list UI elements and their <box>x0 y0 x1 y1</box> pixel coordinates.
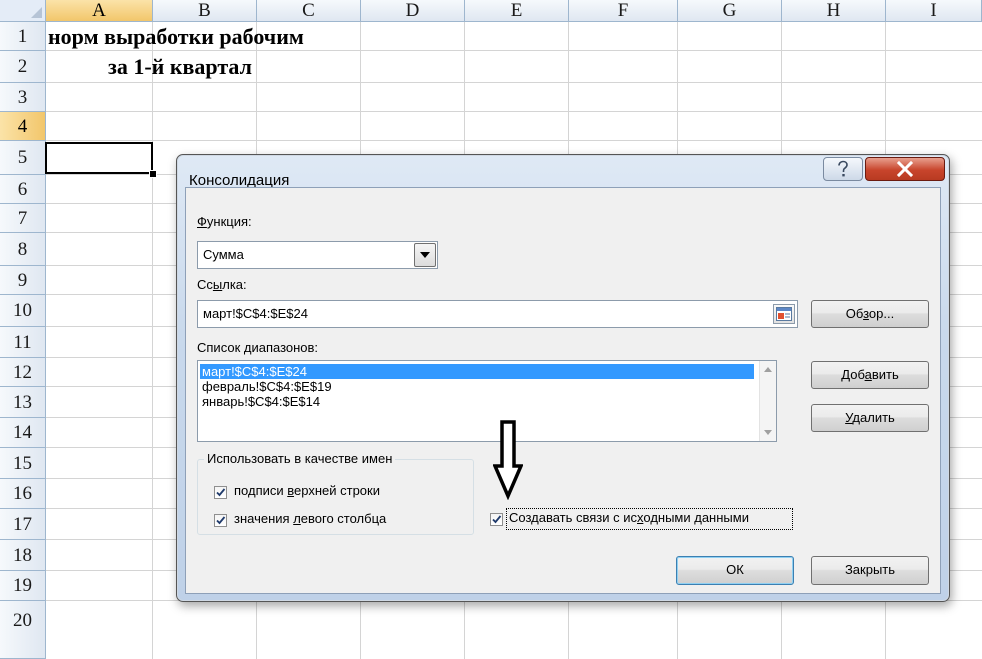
range-item-3[interactable]: январь!$C$4:$E$14 <box>200 394 320 409</box>
column-header-h[interactable]: H <box>782 0 886 22</box>
column-header-e[interactable]: E <box>465 0 569 22</box>
row-header-9[interactable]: 9 <box>0 266 46 295</box>
question-mark-icon <box>838 160 848 177</box>
ok-button[interactable]: ОК <box>676 556 794 585</box>
dialog-client-area: Функция: Сумма Ссылка: март!$C$4:$E$24 О… <box>185 187 941 594</box>
fill-handle[interactable] <box>149 170 157 178</box>
create-links-checkbox[interactable] <box>490 513 503 526</box>
row-header-3[interactable]: 3 <box>0 83 46 112</box>
function-combobox[interactable]: Сумма <box>197 241 438 269</box>
row-header-12[interactable]: 12 <box>0 358 46 387</box>
row-header-2[interactable]: 2 <box>0 51 46 83</box>
left-column-checkbox[interactable] <box>214 514 227 527</box>
checkmark-icon <box>216 516 226 525</box>
row-header-4[interactable]: 4 <box>0 112 46 141</box>
scroll-up-icon[interactable] <box>764 367 772 372</box>
column-header-d[interactable]: D <box>361 0 465 22</box>
consolidate-dialog: Консолидация Функция: Сумма Ссылка: март… <box>176 154 950 602</box>
active-cell-a4[interactable] <box>45 142 153 174</box>
row-header-16[interactable]: 16 <box>0 479 46 509</box>
left-column-label[interactable]: значения левого столбца <box>234 511 386 526</box>
range-item-1[interactable]: март!$C$4:$E$24 <box>200 364 754 379</box>
collapse-dialog-button[interactable] <box>773 304 795 324</box>
close-button[interactable]: Закрыть <box>811 556 929 585</box>
scroll-down-icon[interactable] <box>764 430 772 435</box>
row-header-20[interactable]: 20 <box>0 601 46 659</box>
row-header-7[interactable]: 7 <box>0 204 46 233</box>
column-header-g[interactable]: G <box>678 0 782 22</box>
row-header-8[interactable]: 8 <box>0 233 46 266</box>
ranges-listbox[interactable]: март!$C$4:$E$24 февраль!$C$4:$E$19 январ… <box>197 360 777 442</box>
row-header-13[interactable]: 13 <box>0 387 46 418</box>
reference-input[interactable]: март!$C$4:$E$24 <box>197 300 798 328</box>
function-value: Сумма <box>203 247 244 262</box>
range-item-2[interactable]: февраль!$C$4:$E$19 <box>200 379 332 394</box>
top-row-label[interactable]: подписи верхней строки <box>234 483 380 498</box>
help-button[interactable] <box>823 157 863 181</box>
range-select-icon <box>776 307 792 321</box>
function-dropdown-button[interactable] <box>414 243 436 267</box>
row-header-6[interactable]: 6 <box>0 175 46 204</box>
row-header-11[interactable]: 11 <box>0 327 46 358</box>
use-labels-group-title: Использовать в качестве имен <box>204 451 396 466</box>
reference-value: март!$C$4:$E$24 <box>203 306 308 321</box>
create-links-label[interactable]: Создавать связи с исходными данными <box>509 510 749 525</box>
row-header-19[interactable]: 19 <box>0 571 46 601</box>
ranges-list-label: Список диапазонов: <box>197 340 319 355</box>
row-header-10[interactable]: 10 <box>0 295 46 327</box>
select-all-corner[interactable] <box>0 0 46 22</box>
row-header-14[interactable]: 14 <box>0 418 46 448</box>
reference-label: Ссылка: <box>197 277 247 292</box>
column-header-i[interactable]: I <box>886 0 982 22</box>
cell-a2[interactable]: за 1-й квартал <box>108 51 308 83</box>
checkmark-icon <box>492 515 502 524</box>
down-arrow-icon <box>493 420 523 500</box>
row-header-5[interactable]: 5 <box>0 141 46 175</box>
close-x-icon <box>896 161 914 177</box>
function-label: Функция: <box>197 214 252 229</box>
column-header-f[interactable]: F <box>569 0 678 22</box>
chevron-down-icon <box>420 252 430 258</box>
checkmark-icon <box>216 488 226 497</box>
top-row-checkbox[interactable] <box>214 486 227 499</box>
row-header-17[interactable]: 17 <box>0 509 46 540</box>
delete-button[interactable]: Удалить <box>811 404 929 432</box>
browse-button[interactable]: Обзор... <box>811 300 929 328</box>
row-header-15[interactable]: 15 <box>0 448 46 479</box>
close-title-button[interactable] <box>865 157 945 181</box>
row-header-18[interactable]: 18 <box>0 540 46 571</box>
column-header-c[interactable]: C <box>257 0 361 22</box>
add-button[interactable]: Добавить <box>811 361 929 389</box>
cell-a1[interactable]: норм выработки рабочим <box>48 22 361 51</box>
ranges-scrollbar[interactable] <box>759 361 776 441</box>
column-header-b[interactable]: B <box>153 0 257 22</box>
row-header-1[interactable]: 1 <box>0 22 46 51</box>
column-header-a[interactable]: A <box>46 0 153 22</box>
use-labels-group: Использовать в качестве имен подписи вер… <box>197 451 474 535</box>
